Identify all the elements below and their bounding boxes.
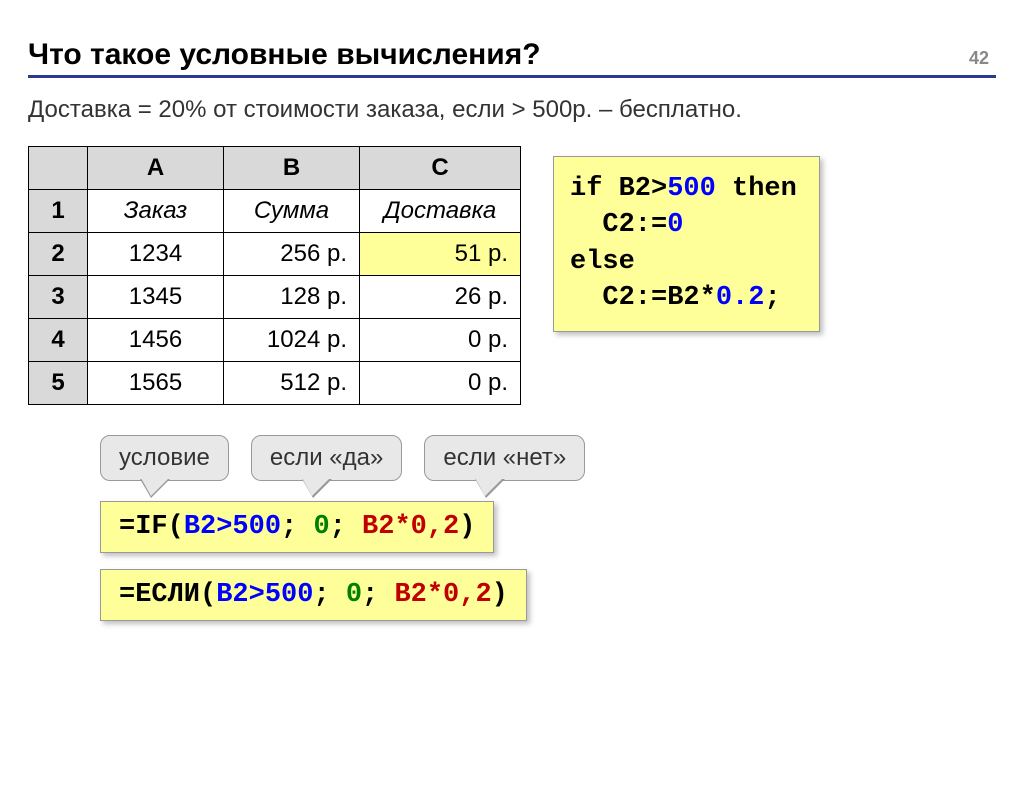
cell-a2: 1234	[88, 233, 224, 276]
col-header-a: A	[88, 147, 224, 190]
code-line-4: C2:=B2*0.2;	[570, 280, 797, 316]
code-line-2: C2:=0	[570, 207, 797, 243]
code-line-3: else	[570, 244, 797, 280]
content-row: A B C 1 Заказ Сумма Доставка 2 1234 256 …	[28, 146, 996, 405]
header-sum: Сумма	[224, 190, 360, 233]
callout-no: если «нет»	[424, 435, 585, 481]
col-header-c: C	[360, 147, 521, 190]
cell-b4: 1024 р.	[224, 319, 360, 362]
cell-b5: 512 р.	[224, 362, 360, 405]
spreadsheet-table: A B C 1 Заказ Сумма Доставка 2 1234 256 …	[28, 146, 521, 405]
formula-if-english: =IF(B2>500; 0; B2*0,2)	[100, 501, 494, 553]
cell-b2: 256 р.	[224, 233, 360, 276]
cell-a5: 1565	[88, 362, 224, 405]
row-header-3: 3	[29, 276, 88, 319]
cell-c3: 26 р.	[360, 276, 521, 319]
callouts-row: условие если «да» если «нет»	[100, 435, 1024, 481]
cell-c4: 0 р.	[360, 319, 521, 362]
cell-a3: 1345	[88, 276, 224, 319]
col-header-b: B	[224, 147, 360, 190]
row-header-2: 2	[29, 233, 88, 276]
callout-yes: если «да»	[251, 435, 402, 481]
description-text: Доставка = 20% от стоимости заказа, если…	[28, 92, 996, 128]
row-header-5: 5	[29, 362, 88, 405]
cell-b3: 128 р.	[224, 276, 360, 319]
cell-c2: 51 р.	[360, 233, 521, 276]
callout-condition: условие	[100, 435, 229, 481]
row-header-1: 1	[29, 190, 88, 233]
page-number: 42	[969, 48, 989, 69]
title-underline	[28, 75, 996, 78]
slide-title: Что такое условные вычисления?	[28, 38, 1024, 72]
row-header-4: 4	[29, 319, 88, 362]
code-line-1: if B2>500 then	[570, 171, 797, 207]
formula-if-russian: =ЕСЛИ(B2>500; 0; B2*0,2)	[100, 569, 527, 621]
table-corner	[29, 147, 88, 190]
header-order: Заказ	[88, 190, 224, 233]
cell-c5: 0 р.	[360, 362, 521, 405]
header-delivery: Доставка	[360, 190, 521, 233]
pseudocode-box: if B2>500 then C2:=0 else C2:=B2*0.2;	[553, 156, 820, 332]
cell-a4: 1456	[88, 319, 224, 362]
